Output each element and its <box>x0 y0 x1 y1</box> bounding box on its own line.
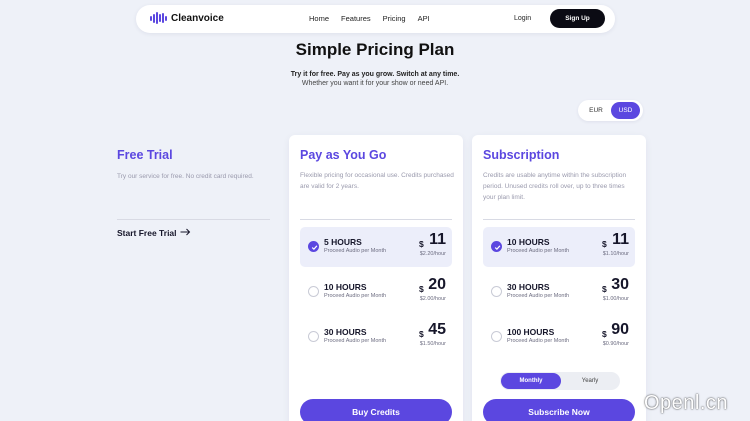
plan-rate: $2.20/hour <box>419 251 446 257</box>
subscription-plan-option[interactable]: 30 HOURS Proceed Audio per Month $ 30 $1… <box>483 272 635 312</box>
plan-rate: $1.10/hour <box>602 251 629 257</box>
plan-hours: 30 HOURS <box>324 327 367 337</box>
billing-monthly-option[interactable]: Monthly <box>501 373 561 389</box>
payg-plan-option[interactable]: 10 HOURS Proceed Audio per Month $ 20 $2… <box>300 272 452 312</box>
radio-unchecked-icon <box>491 286 502 297</box>
free-trial-divider <box>117 219 270 220</box>
free-trial-desc: Try our service for free. No credit card… <box>117 173 254 180</box>
waveform-icon <box>150 12 167 24</box>
plan-rate: $0.90/hour <box>602 341 629 347</box>
subscription-title: Subscription <box>483 148 560 162</box>
radio-unchecked-icon <box>308 286 319 297</box>
plan-subtext: Proceed Audio per Month <box>507 293 570 299</box>
payg-plan-option[interactable]: 30 HOURS Proceed Audio per Month $ 45 $1… <box>300 317 452 357</box>
subscription-plan-option[interactable]: 10 HOURS Proceed Audio per Month $ 11 $1… <box>483 227 635 267</box>
subscribe-now-button[interactable]: Subscribe Now <box>483 399 635 421</box>
plan-subtext: Proceed Audio per Month <box>507 248 570 254</box>
nav-link-features[interactable]: Features <box>341 14 371 23</box>
subscription-plan-option[interactable]: 100 HOURS Proceed Audio per Month $ 90 $… <box>483 317 635 357</box>
watermark: Openl.cn <box>644 392 729 414</box>
payg-divider <box>300 219 452 220</box>
plan-price: 11 <box>429 231 446 248</box>
page-subtitle-bold: Try it for free. Pay as you grow. Switch… <box>290 71 460 78</box>
plan-price: 11 <box>612 231 629 248</box>
plan-subtext: Proceed Audio per Month <box>507 338 570 344</box>
plan-currency: $ <box>419 329 424 339</box>
radio-checked-icon <box>308 241 319 252</box>
billing-period-toggle: Monthly Yearly <box>500 372 620 390</box>
payg-title: Pay as You Go <box>300 148 387 162</box>
plan-price: 30 <box>611 276 629 293</box>
subscription-divider <box>483 219 635 220</box>
radio-checked-icon <box>491 241 502 252</box>
nav-links: Home Features Pricing API <box>309 14 430 23</box>
plan-rate: $1.50/hour <box>419 341 446 347</box>
plan-rate: $2.00/hour <box>419 296 446 302</box>
plan-price: 45 <box>428 321 446 338</box>
plan-price: 20 <box>428 276 446 293</box>
top-nav: Cleanvoice Home Features Pricing API Log… <box>136 5 615 33</box>
free-trial-title: Free Trial <box>117 148 173 162</box>
radio-unchecked-icon <box>308 331 319 342</box>
start-free-trial-link[interactable]: Start Free Trial <box>117 228 191 238</box>
subscription-card: Subscription Credits are usable anytime … <box>472 135 646 421</box>
plan-subtext: Proceed Audio per Month <box>324 293 387 299</box>
payg-plan-option[interactable]: 5 HOURS Proceed Audio per Month $ 11 $2.… <box>300 227 452 267</box>
plan-hours: 5 HOURS <box>324 237 362 247</box>
nav-link-api[interactable]: API <box>418 14 430 23</box>
nav-link-pricing[interactable]: Pricing <box>383 14 406 23</box>
plan-hours: 30 HOURS <box>507 282 550 292</box>
plan-subtext: Proceed Audio per Month <box>324 248 387 254</box>
plan-currency: $ <box>602 329 607 339</box>
plan-subtext: Proceed Audio per Month <box>324 338 387 344</box>
plan-hours: 10 HOURS <box>507 237 550 247</box>
plan-currency: $ <box>602 284 607 294</box>
plan-hours: 100 HOURS <box>507 327 555 337</box>
signup-button[interactable]: Sign Up <box>550 9 605 28</box>
logo[interactable]: Cleanvoice <box>150 12 224 24</box>
plan-rate: $1.00/hour <box>602 296 629 302</box>
plan-currency: $ <box>419 284 424 294</box>
arrow-right-icon <box>180 228 191 238</box>
logo-text: Cleanvoice <box>171 12 224 24</box>
currency-toggle: EUR USD <box>578 100 643 121</box>
plan-currency: $ <box>419 239 424 249</box>
page-title: Simple Pricing Plan <box>295 40 455 59</box>
currency-eur-option[interactable]: EUR <box>582 103 610 118</box>
billing-yearly-option[interactable]: Yearly <box>562 373 618 389</box>
start-free-trial-label: Start Free Trial <box>117 228 177 238</box>
plan-price: 90 <box>611 321 629 338</box>
plan-currency: $ <box>602 239 607 249</box>
buy-credits-button[interactable]: Buy Credits <box>300 399 452 421</box>
subscription-desc: Credits are usable anytime within the su… <box>483 172 627 201</box>
payg-card: Pay as You Go Flexible pricing for occas… <box>289 135 463 421</box>
payg-desc: Flexible pricing for occasional use. Cre… <box>300 172 454 190</box>
currency-usd-option[interactable]: USD <box>611 102 640 119</box>
login-link[interactable]: Login <box>514 15 531 22</box>
nav-link-home[interactable]: Home <box>309 14 329 23</box>
plan-hours: 10 HOURS <box>324 282 367 292</box>
radio-unchecked-icon <box>491 331 502 342</box>
page-subtitle: Whether you want it for your show or nee… <box>301 80 449 87</box>
